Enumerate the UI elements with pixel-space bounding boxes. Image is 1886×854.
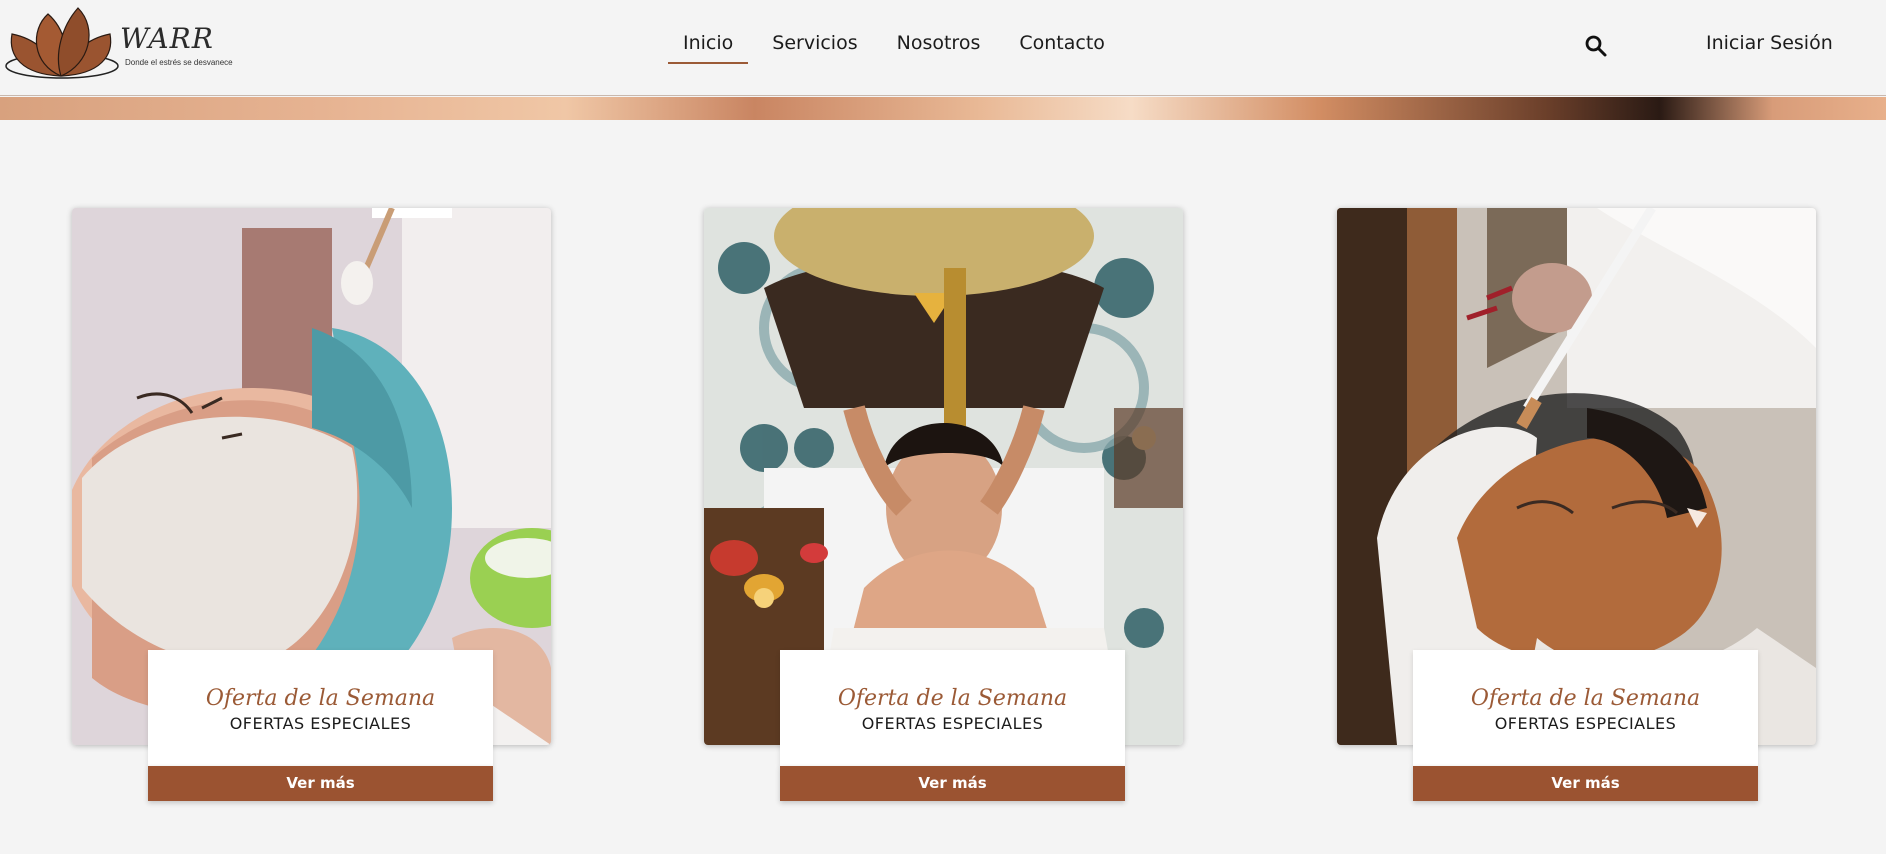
lotus-logo-icon bbox=[5, 7, 119, 79]
offer-caption: Oferta de la Semana OFERTAS ESPECIALES bbox=[780, 650, 1125, 766]
search-icon[interactable] bbox=[1584, 34, 1608, 58]
offer-caption: Oferta de la Semana OFERTAS ESPECIALES bbox=[148, 650, 493, 766]
brand-name: WARR bbox=[120, 22, 214, 55]
main-nav: Inicio Servicios Nosotros Contacto bbox=[668, 26, 1129, 64]
hero-banner-strip bbox=[0, 97, 1886, 120]
offer-card: Oferta de la Semana OFERTAS ESPECIALES V… bbox=[72, 208, 551, 801]
offer-subtitle: OFERTAS ESPECIALES bbox=[861, 714, 1044, 733]
nav-item-nosotros[interactable]: Nosotros bbox=[882, 26, 996, 64]
see-more-button[interactable]: Ver más bbox=[780, 766, 1125, 801]
offer-title: Oferta de la Semana bbox=[205, 686, 436, 711]
offer-caption: Oferta de la Semana OFERTAS ESPECIALES bbox=[1413, 650, 1758, 766]
offer-subtitle: OFERTAS ESPECIALES bbox=[229, 714, 412, 733]
see-more-button[interactable]: Ver más bbox=[148, 766, 493, 801]
offer-card: Oferta de la Semana OFERTAS ESPECIALES V… bbox=[1337, 208, 1816, 801]
nav-item-contacto[interactable]: Contacto bbox=[1004, 26, 1120, 64]
offer-card: Oferta de la Semana OFERTAS ESPECIALES V… bbox=[704, 208, 1183, 801]
site-header: WARR Donde el estrés se desvanece Inicio… bbox=[0, 0, 1886, 96]
brand-tagline: Donde el estrés se desvanece bbox=[125, 58, 233, 67]
offer-title: Oferta de la Semana bbox=[1470, 686, 1701, 711]
brand-logo[interactable]: WARR Donde el estrés se desvanece bbox=[2, 4, 242, 84]
offer-title: Oferta de la Semana bbox=[837, 686, 1068, 711]
offer-subtitle: OFERTAS ESPECIALES bbox=[1494, 714, 1677, 733]
see-more-button[interactable]: Ver más bbox=[1413, 766, 1758, 801]
nav-item-inicio[interactable]: Inicio bbox=[668, 26, 749, 64]
login-link[interactable]: Iniciar Sesión bbox=[1706, 32, 1833, 54]
nav-item-servicios[interactable]: Servicios bbox=[757, 26, 872, 64]
